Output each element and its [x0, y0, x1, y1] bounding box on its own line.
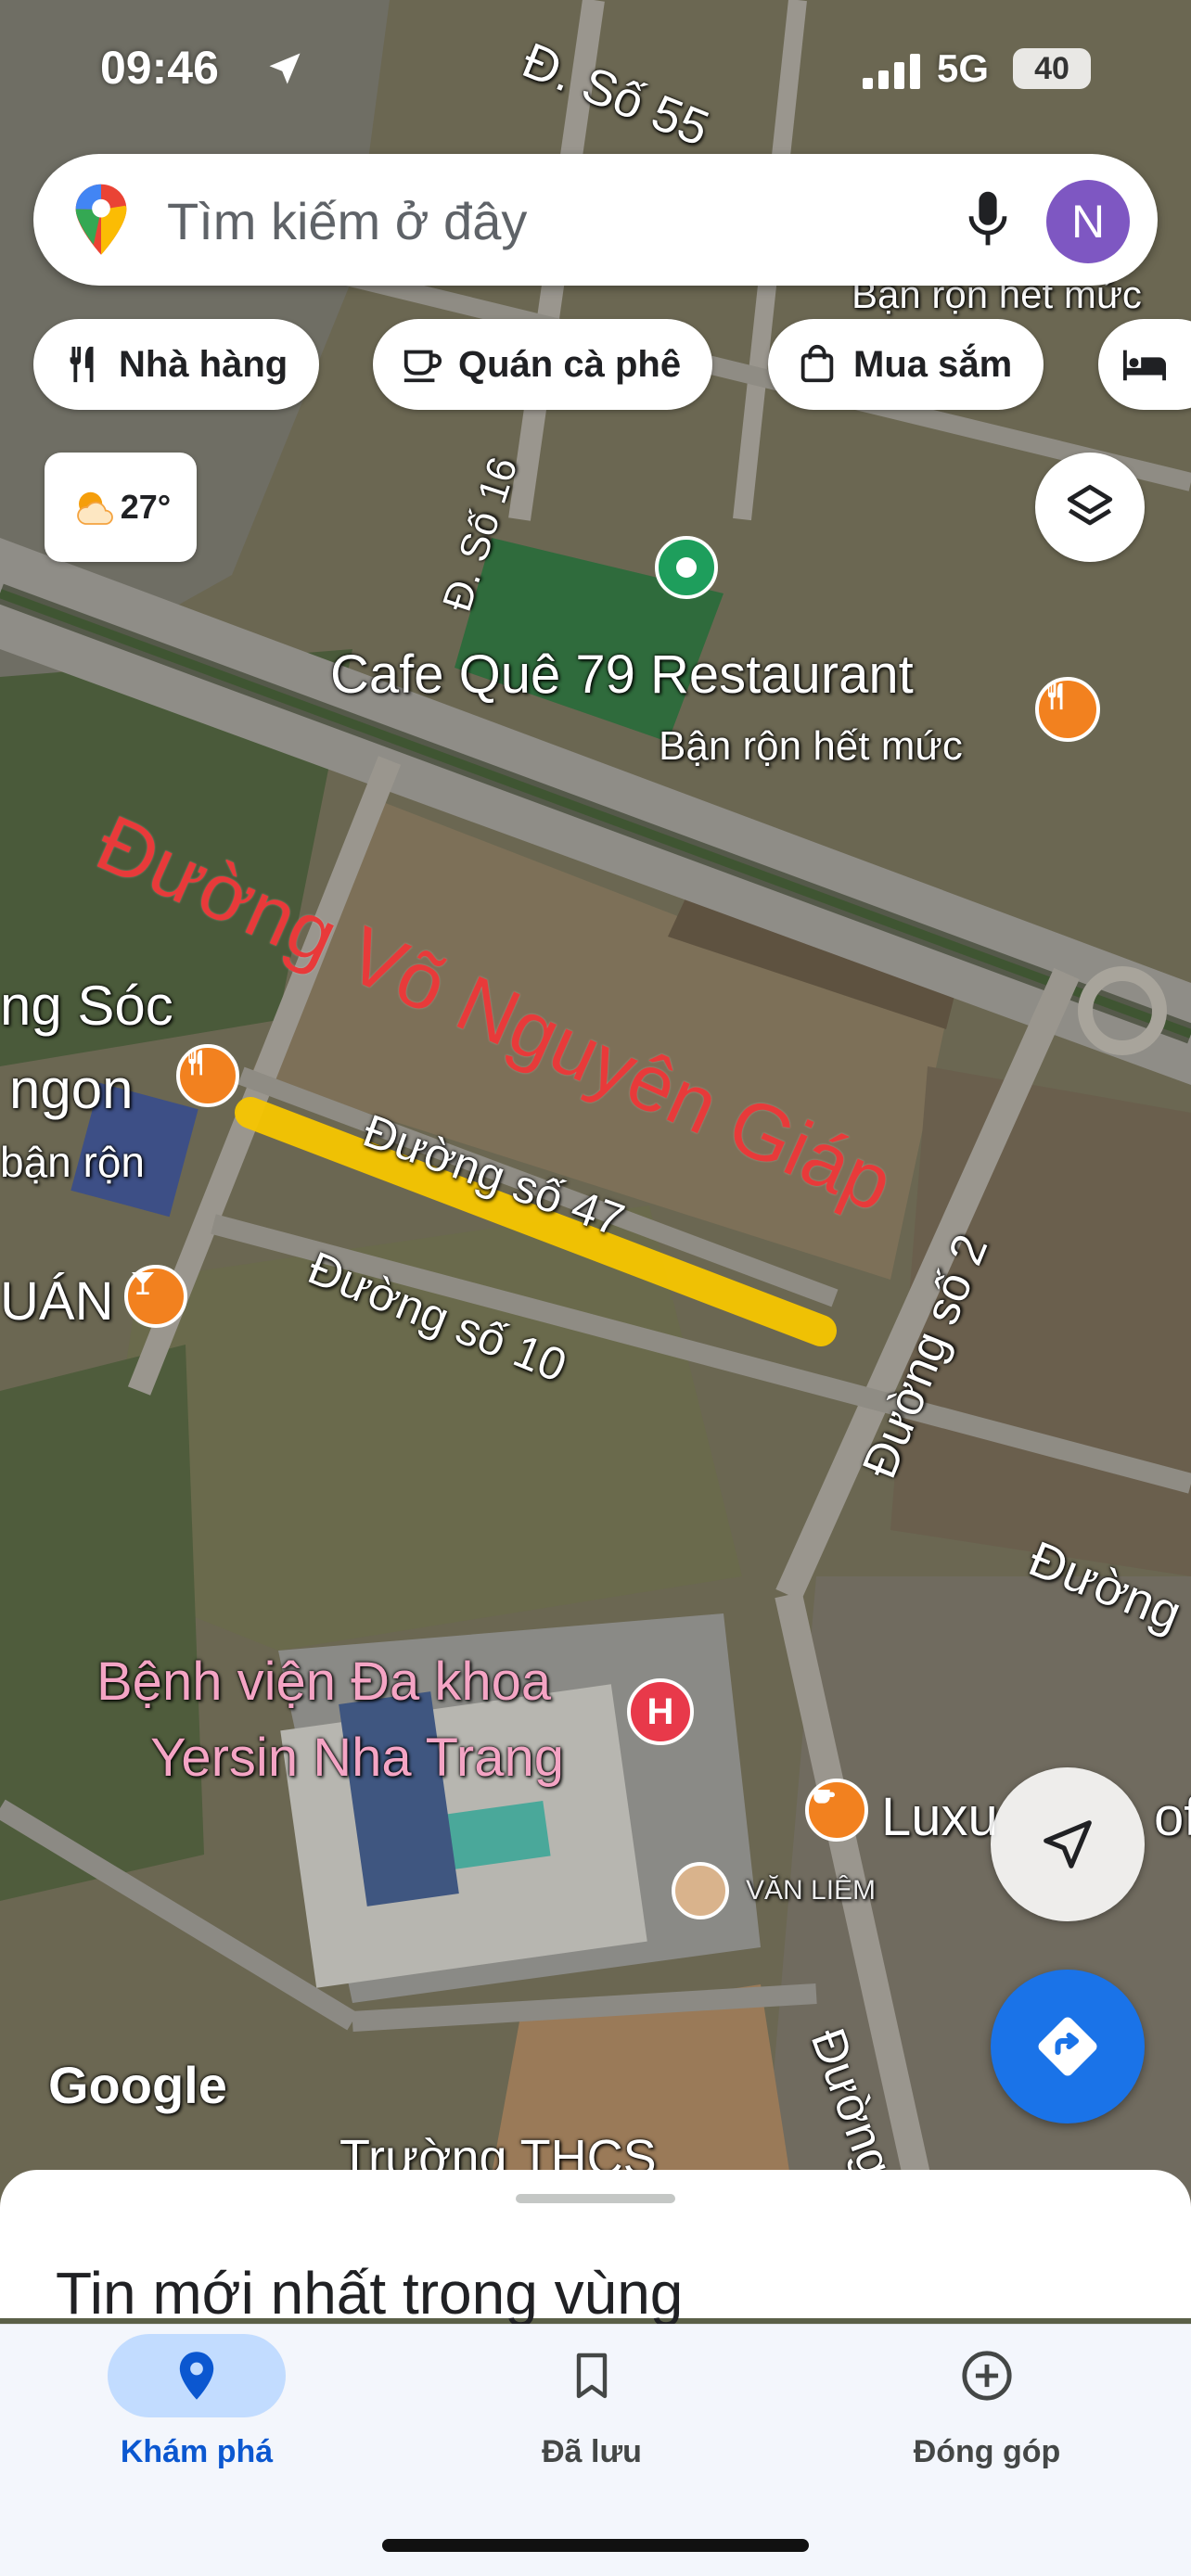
nav-contribute-pill	[898, 2334, 1076, 2417]
place-label-left-4: UÁN	[0, 1271, 114, 1332]
cafe-busy-label: Bận rộn hết mức	[659, 723, 963, 769]
place-label-left-3: bận rộn	[0, 1138, 146, 1186]
nav-explore-pill	[108, 2334, 286, 2417]
bed-icon	[1123, 350, 1166, 381]
my-location-button[interactable]	[991, 1767, 1145, 1921]
shopping-bag-icon	[800, 344, 834, 383]
fork-knife-icon	[70, 346, 94, 383]
chip-shopping-label: Mua sắm	[853, 343, 1013, 385]
signal-bars-icon	[863, 54, 920, 89]
coffee-place-label[interactable]: Luxu	[881, 1786, 998, 1848]
place-label-left-2: ngon	[9, 1058, 134, 1120]
battery-indicator: 40	[1013, 48, 1091, 89]
location-arrow-icon	[269, 53, 301, 84]
navigation-arrow-icon	[1044, 1820, 1092, 1868]
microphone-icon[interactable]	[961, 187, 1015, 254]
park-marker-icon[interactable]	[655, 536, 718, 599]
place-label-left-1: ng Sóc	[0, 975, 173, 1037]
add-circle-icon	[962, 2351, 1012, 2401]
partly-cloudy-icon	[76, 491, 113, 525]
chip-shopping[interactable]: Mua sắm	[768, 319, 1044, 410]
sheet-drag-handle[interactable]	[516, 2194, 675, 2203]
chip-cafes[interactable]: Quán cà phê	[373, 319, 713, 410]
nav-saved-label: Đã lưu	[542, 2434, 642, 2469]
weather-badge[interactable]: 27°	[45, 453, 197, 562]
search-input[interactable]: Tìm kiếm ở đây	[167, 191, 527, 251]
chip-hotels[interactable]	[1098, 319, 1191, 410]
hospital-marker-icon[interactable]: H	[627, 1678, 694, 1745]
nav-saved[interactable]: Đã lưu	[443, 2334, 740, 2470]
sheet-title: Tin mới nhất trong vùng	[56, 2260, 684, 2327]
layers-button[interactable]	[1035, 453, 1145, 562]
hospital-name-line2[interactable]: Yersin Nha Trang	[150, 1727, 564, 1789]
nav-contribute-label: Đóng góp	[913, 2434, 1061, 2469]
google-logo: Google	[48, 2056, 227, 2114]
nav-explore[interactable]: Khám phá	[48, 2334, 345, 2470]
account-avatar[interactable]: N	[1046, 180, 1130, 263]
network-type: 5G	[937, 46, 990, 90]
status-bar: 09:46 5G 40	[0, 0, 1191, 139]
user-photo-avatar[interactable]	[672, 1862, 729, 1919]
bar-marker-icon[interactable]	[124, 1265, 187, 1328]
home-indicator[interactable]	[382, 2539, 809, 2552]
cafe-name-label[interactable]: Cafe Quê 79 Restaurant	[330, 644, 914, 706]
weather-temp: 27°	[120, 488, 172, 526]
chip-restaurants[interactable]: Nhà hàng	[33, 319, 320, 410]
nav-explore-label: Khám phá	[120, 2434, 274, 2469]
search-bar[interactable]: Tìm kiếm ở đây N	[33, 154, 1158, 286]
google-maps-pin-icon	[75, 184, 127, 255]
chip-restaurants-label: Nhà hàng	[119, 343, 288, 385]
coffee-marker-icon[interactable]	[805, 1779, 868, 1842]
nav-saved-pill	[503, 2334, 681, 2417]
coffee-place-label-suffix: of	[1154, 1787, 1191, 1847]
restaurant-marker-left-icon[interactable]	[176, 1044, 239, 1107]
restaurant-marker-icon[interactable]	[1035, 677, 1100, 742]
coffee-cup-icon	[403, 350, 442, 383]
explore-pin-icon	[179, 2352, 214, 2400]
directions-icon	[1038, 2017, 1097, 2076]
status-time: 09:46	[100, 42, 219, 94]
hospital-name-line1[interactable]: Bệnh viện Đa khoa	[96, 1651, 551, 1713]
bookmark-icon	[576, 2353, 608, 2399]
chip-cafes-label: Quán cà phê	[458, 343, 682, 385]
directions-button[interactable]	[991, 1970, 1145, 2123]
layers-icon	[1067, 484, 1113, 526]
user-photo-label: VĂN LIÊM	[746, 1875, 877, 1906]
nav-contribute[interactable]: Đóng góp	[839, 2334, 1135, 2470]
bottom-sheet[interactable]: Tin mới nhất trong vùng	[0, 2170, 1191, 2327]
